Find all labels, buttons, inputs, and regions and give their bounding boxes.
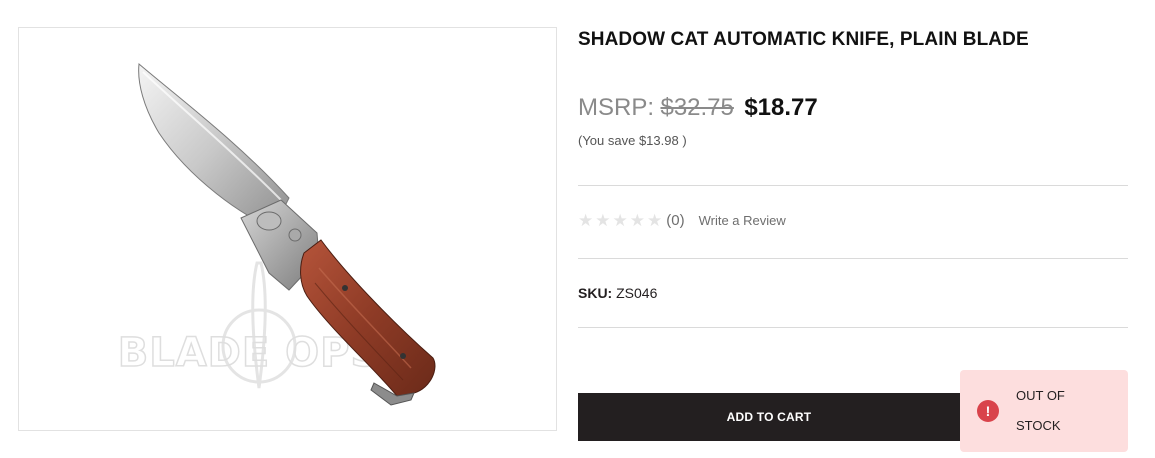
sale-price: $18.77 xyxy=(744,94,818,121)
msrp-value: $32.75 xyxy=(660,94,734,121)
star-icon: ★ xyxy=(612,211,628,230)
add-to-cart-button[interactable]: ADD TO CART xyxy=(578,393,960,441)
exclamation-icon: ! xyxy=(977,400,999,422)
write-review-link[interactable]: Write a Review xyxy=(699,213,786,228)
msrp-label: MSRP: xyxy=(578,94,655,121)
divider xyxy=(578,185,1128,186)
out-of-stock-text: OUT OF STOCK xyxy=(1016,388,1065,433)
divider xyxy=(578,327,1128,328)
product-image-frame[interactable]: BLADE OPS xyxy=(18,27,557,431)
watermark-text: BLADE OPS xyxy=(118,330,381,376)
product-image: BLADE OPS xyxy=(117,63,436,406)
star-icon: ★ xyxy=(578,211,594,230)
star-icon: ★ xyxy=(647,211,663,230)
product-title: SHADOW CAT AUTOMATIC KNIFE, PLAIN BLADE xyxy=(578,29,1029,50)
star-icon: ★ xyxy=(595,211,611,230)
out-of-stock-alert: ! OUT OF STOCK xyxy=(960,370,1128,452)
rating-row: ★ ★ ★ ★ ★ (0) Write a Review xyxy=(578,212,786,229)
review-count: (0) xyxy=(666,212,685,229)
sku-row: SKU: ZS046 xyxy=(578,285,657,301)
star-icon: ★ xyxy=(629,211,645,230)
rating-stars: ★ ★ ★ ★ ★ xyxy=(578,212,662,229)
divider xyxy=(578,258,1128,259)
sku-value: ZS046 xyxy=(616,285,658,301)
sku-label: SKU: xyxy=(578,285,613,301)
savings-text: (You save $13.98 ) xyxy=(578,133,687,148)
price-row: MSRP: $32.75 $18.77 xyxy=(578,94,818,122)
